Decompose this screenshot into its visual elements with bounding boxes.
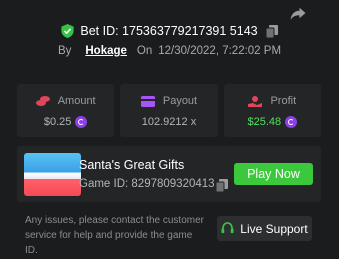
share-icon[interactable] [289,4,307,22]
shield-check-icon [61,24,74,38]
coin-icon [75,116,88,128]
support-text: Any issues, please contact the customer … [25,215,204,256]
bet-id-row: Bet ID: 175363779217391 5143 [0,24,339,38]
stat-payout: Payout 102.9212 x [120,84,218,137]
username-link[interactable]: Hokage [85,45,127,57]
play-now-button[interactable]: Play Now [234,163,313,185]
headset-icon [221,222,234,234]
stat-label: Amount [57,95,96,107]
stat-value: 102.9212 x [141,116,197,128]
game-title: Santa's Great Gifts [79,158,185,172]
copy-icon[interactable] [216,179,228,192]
bet-id: Bet ID: 175363779217391 5143 [80,24,258,38]
bet-details-modal: Bet ID: 175363779217391 5143 By Hokage O… [0,0,339,259]
stat-label: Payout [162,95,198,107]
live-support-button[interactable]: Live Support [217,216,312,241]
on-label: On [136,45,153,57]
stat-label: Profit [270,95,297,107]
copy-icon[interactable] [265,24,278,38]
game-thumbnail[interactable] [24,153,81,196]
card-icon [140,95,155,107]
stats-panel: Amount $0.25 Payout 102.9212 x Profit $2… [17,84,321,137]
stat-value: $25.48 [247,116,282,128]
coins-icon [35,96,50,106]
bet-meta-row: By Hokage On 12/30/2022, 7:22:02 PM [0,45,339,57]
game-card: Santa's Great Gifts Game ID: 82978093204… [17,146,321,202]
by-label: By [57,45,72,57]
bet-datetime: 12/30/2022, 7:22:02 PM [158,45,282,57]
game-id: Game ID: 8297809320413 [79,178,215,190]
stat-amount: Amount $0.25 [17,84,115,137]
live-support-label: Live Support [240,221,308,236]
stat-profit: Profit $25.48 [223,84,321,137]
hand-coin-icon [248,96,263,107]
coin-icon [285,116,298,128]
stat-value: $0.25 [43,116,72,128]
